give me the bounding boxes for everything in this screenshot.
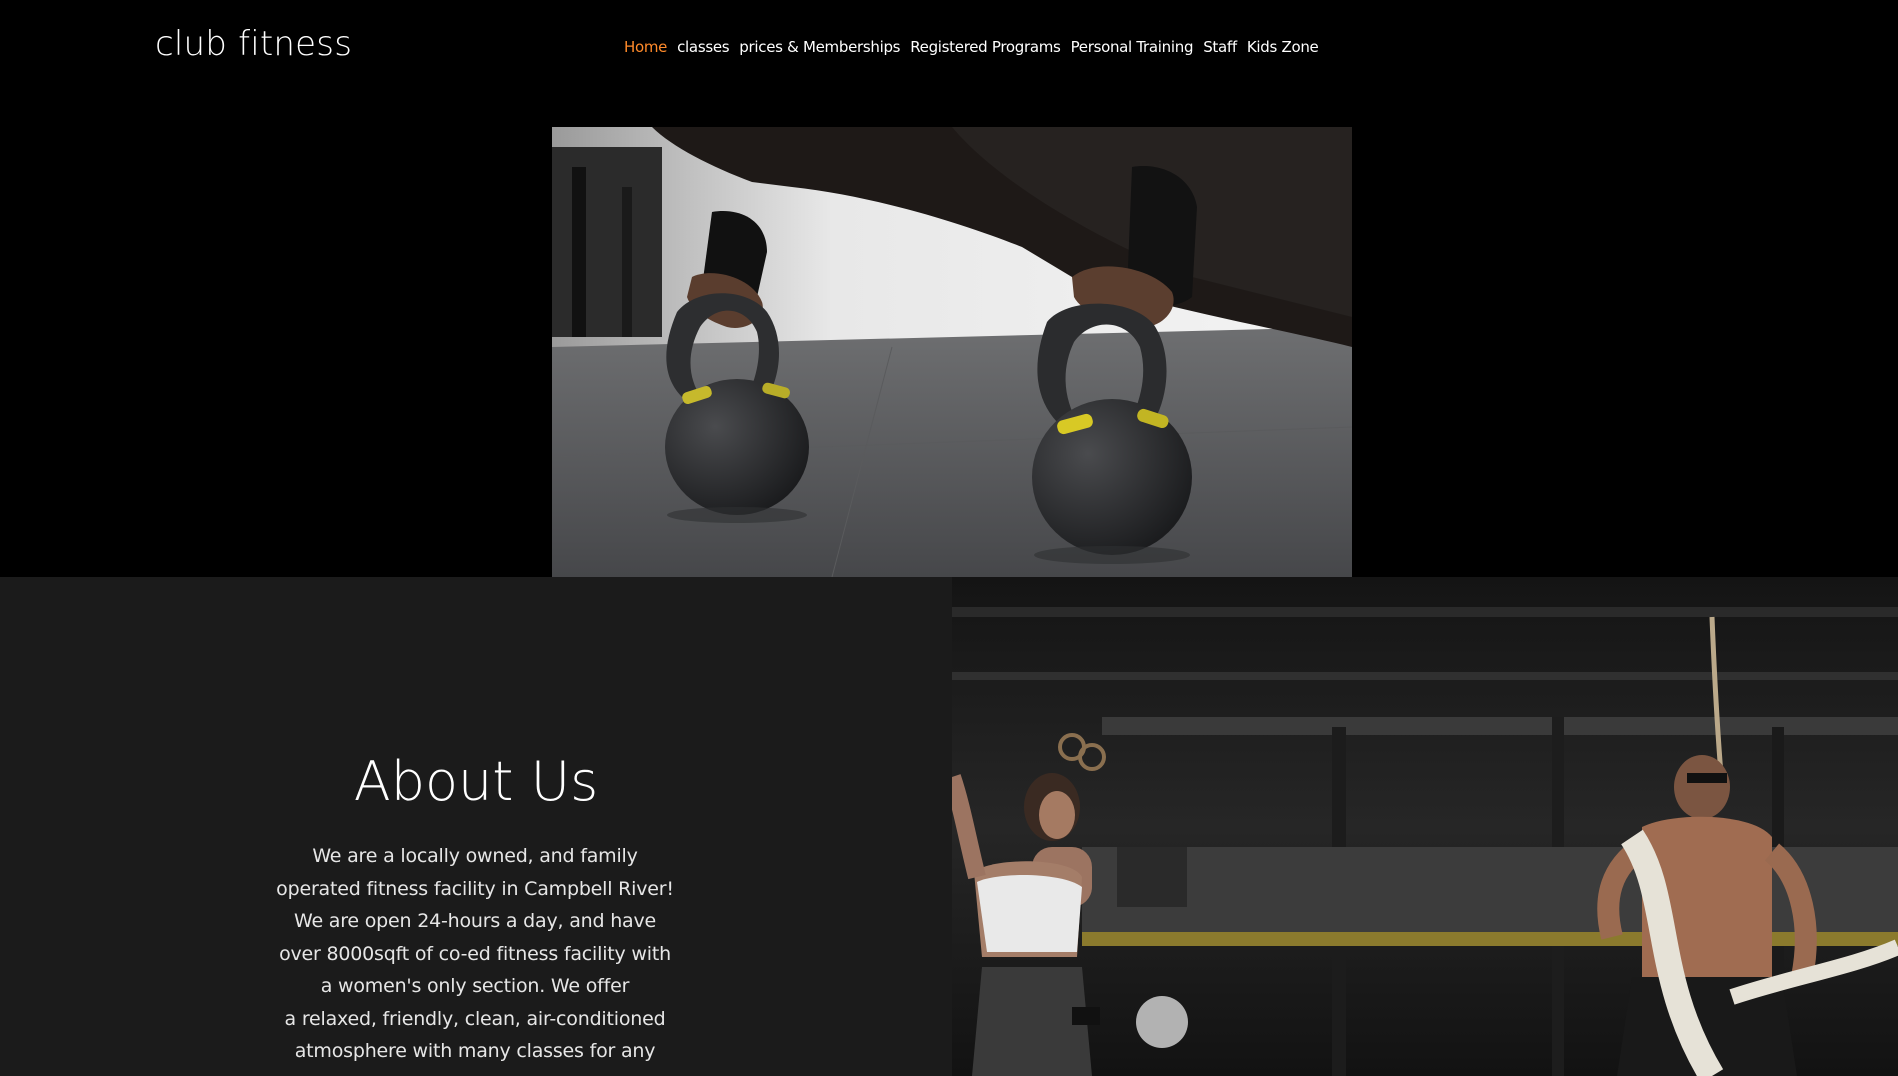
main-nav: Home classes prices & Memberships Regist…: [624, 38, 1319, 56]
site-header: club fitness Home classes prices & Membe…: [0, 0, 1898, 96]
nav-item-staff[interactable]: Staff: [1203, 38, 1237, 56]
nav-item-classes[interactable]: classes: [677, 38, 729, 56]
nav-item-registered-programs[interactable]: Registered Programs: [910, 38, 1061, 56]
kettlebell-photo: [552, 127, 1352, 577]
about-text: We are a locally owned, and family opera…: [270, 840, 680, 1068]
about-title: About Us: [353, 750, 599, 813]
hero-image: [552, 127, 1352, 577]
nav-item-home[interactable]: Home: [624, 38, 667, 56]
about-image: [952, 577, 1898, 1076]
site-logo[interactable]: club fitness: [155, 24, 352, 64]
page: club fitness Home classes prices & Membe…: [0, 0, 1898, 1076]
about-line: atmosphere with many classes for any: [294, 1040, 656, 1062]
about-line: We are open 24-hours a day, and have: [293, 910, 657, 932]
about-line: over 8000sqft of co-ed fitness facility …: [279, 942, 671, 965]
nav-item-kids-zone[interactable]: Kids Zone: [1247, 38, 1319, 56]
nav-item-personal-training[interactable]: Personal Training: [1071, 38, 1194, 56]
about-line: a relaxed, friendly, clean, air-conditio…: [284, 1007, 666, 1030]
about-line: We are a locally owned, and family: [312, 845, 638, 867]
about-line: a women's only section. We offer: [320, 975, 630, 997]
nav-item-prices-memberships[interactable]: prices & Memberships: [739, 38, 900, 56]
about-line: operated fitness facility in Campbell Ri…: [276, 877, 674, 900]
battle-ropes-photo: [952, 577, 1898, 1076]
